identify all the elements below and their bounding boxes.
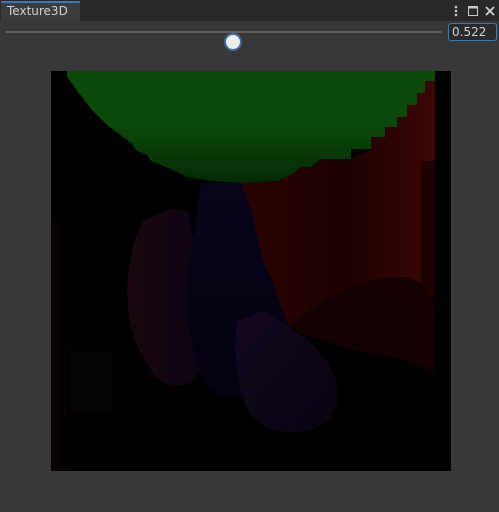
maximize-icon[interactable] — [466, 4, 480, 18]
tab-title: Texture3D — [7, 4, 68, 18]
slice-slider-row — [0, 21, 499, 49]
slider-track[interactable] — [5, 31, 442, 49]
slider-thumb[interactable] — [226, 35, 241, 49]
tab-bar: Texture3D — [0, 0, 499, 21]
slice-value-field[interactable] — [448, 23, 497, 41]
close-icon[interactable] — [483, 4, 497, 18]
window-controls — [449, 2, 497, 19]
texture3d-window: Texture3D — [0, 0, 499, 512]
more-vertical-icon[interactable] — [449, 4, 463, 18]
texture-preview — [51, 71, 451, 471]
tab-texture3d[interactable]: Texture3D — [1, 1, 80, 21]
texture-slice-image — [51, 71, 451, 471]
